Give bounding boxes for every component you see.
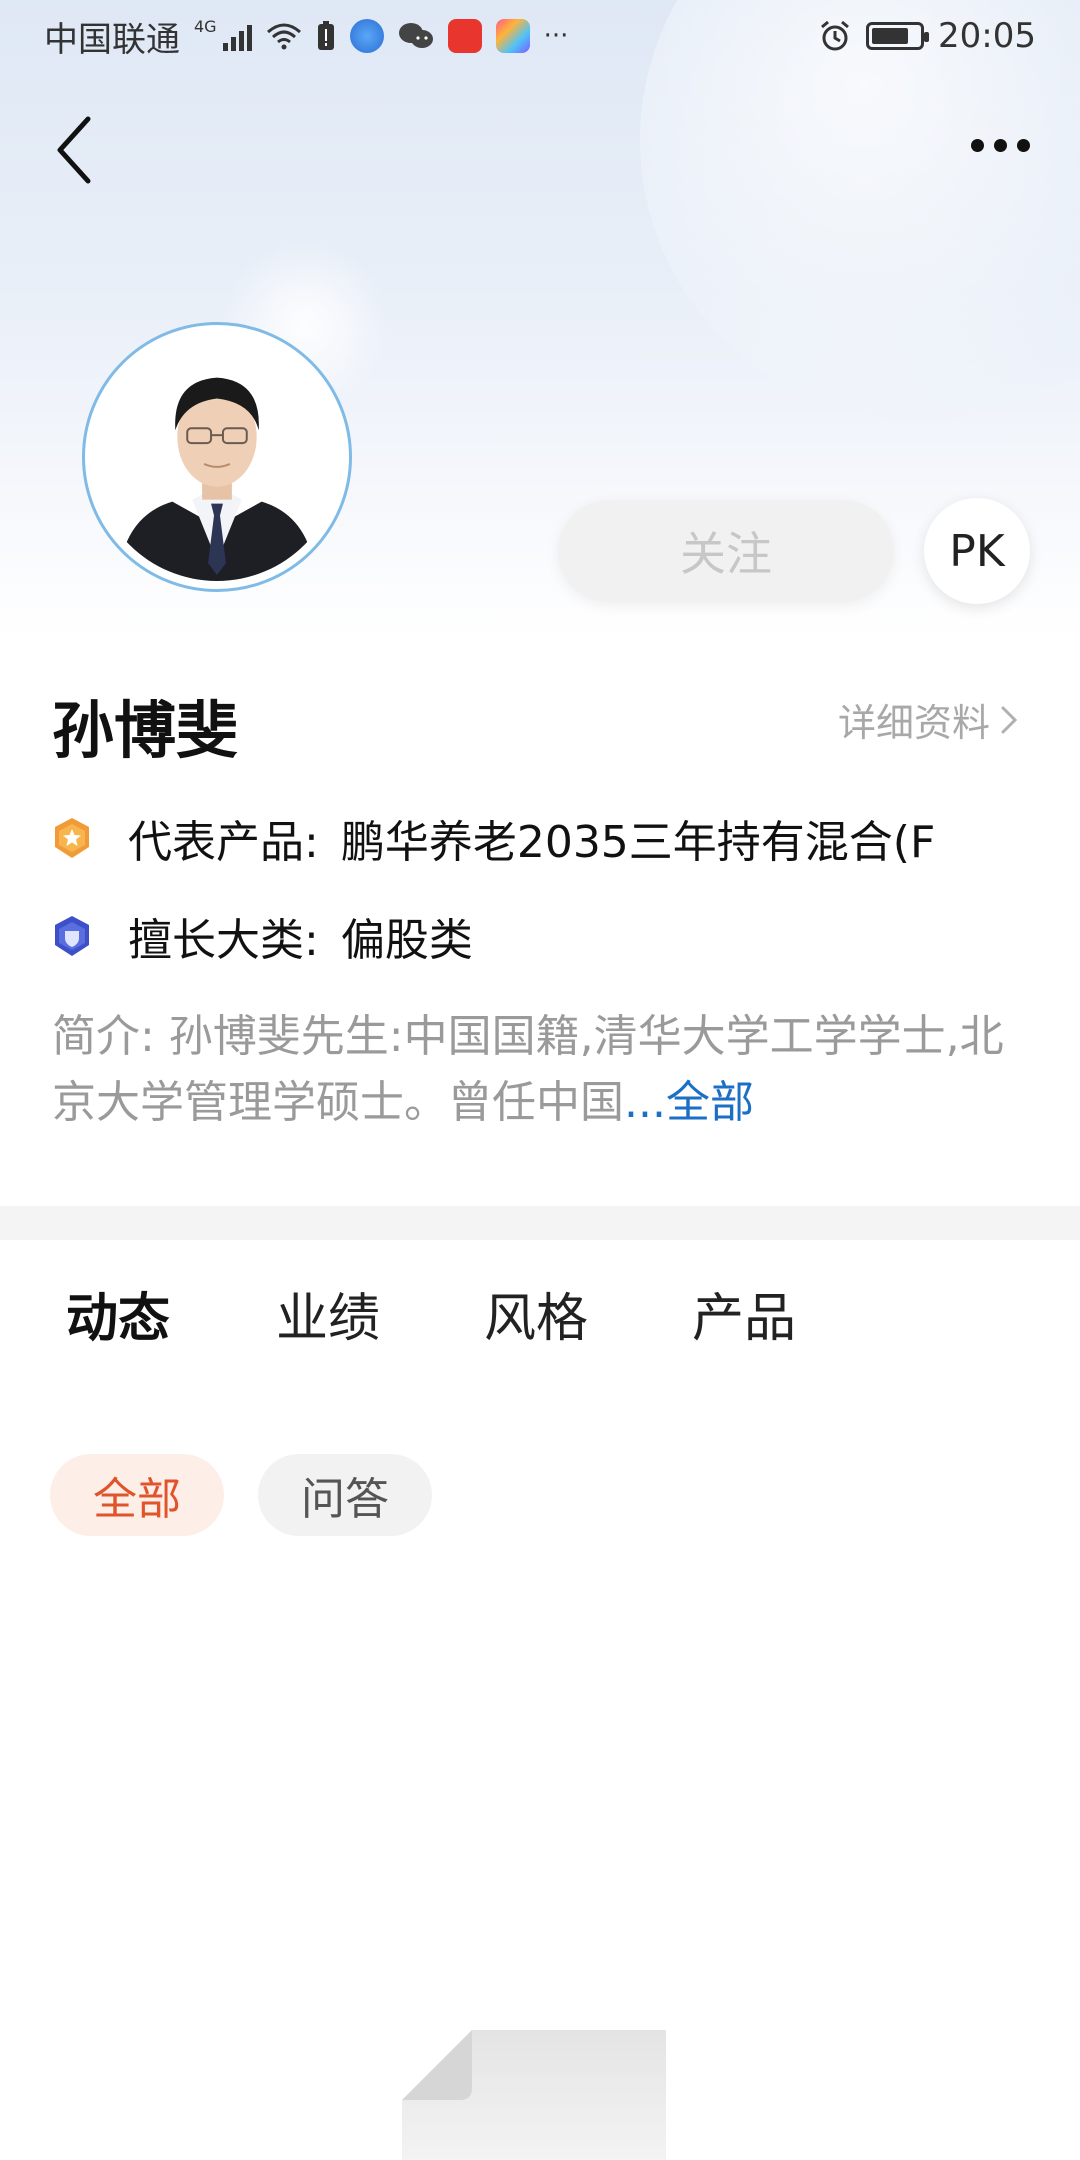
follow-button[interactable]: 关注: [558, 500, 894, 602]
section-divider: [0, 1206, 1080, 1240]
clock-time: 20:05: [938, 16, 1036, 56]
detail-info-link[interactable]: 详细资料: [838, 692, 1018, 747]
fund-manager-profile-page: 中国联通 4G ··· 20:05 关注 PK 孙博斐 详细资料 代表产品: 鹏…: [0, 0, 1080, 2160]
tab-performance[interactable]: 业绩: [276, 1276, 380, 1351]
wechat-icon: [398, 23, 433, 48]
category-row: 擅长大类: 偏股类: [52, 904, 1027, 968]
intro-expand-link[interactable]: ...全部: [624, 1077, 754, 1128]
manager-intro: 简介: 孙博斐先生:中国国籍,清华大学工学学士,北京大学管理学硕士。曾任中国..…: [52, 1004, 1032, 1136]
status-bar: 中国联通 4G ··· 20:05: [0, 0, 1080, 72]
more-dots-icon: [970, 138, 984, 152]
chevron-left-icon: [57, 116, 91, 184]
avatar: [93, 333, 341, 581]
product-value: 鹏华养老2035三年持有混合(F: [340, 817, 936, 868]
manager-name: 孙博斐: [52, 694, 239, 767]
tab-products[interactable]: 产品: [692, 1276, 796, 1351]
status-right: 20:05: [818, 16, 1036, 56]
avatar-frame[interactable]: [82, 322, 352, 592]
person-portrait-image: [93, 333, 341, 581]
category-value: 偏股类: [340, 915, 473, 966]
more-notifications-indicator: ···: [543, 21, 569, 51]
browser-app-icon: [349, 19, 384, 53]
network-type: 4G: [194, 16, 217, 36]
shopping-app-icon: [447, 19, 482, 53]
carrier-name: 中国联通: [44, 19, 180, 60]
wifi-icon: [266, 23, 301, 50]
filter-chip-all[interactable]: 全部: [50, 1454, 224, 1536]
battery-icon: [866, 22, 930, 50]
detail-info-label: 详细资料: [837, 701, 990, 745]
colorful-app-icon: [495, 19, 530, 53]
filter-chip-qa[interactable]: 问答: [258, 1454, 432, 1536]
status-left: 中国联通 4G ···: [44, 12, 568, 61]
chevron-right-icon: [1001, 706, 1018, 733]
battery-alert-icon: [317, 21, 334, 50]
category-label: 擅长大类:: [128, 915, 319, 966]
signal-icon: [222, 21, 252, 51]
empty-document-icon: [402, 2030, 666, 2160]
intro-text: 简介: 孙博斐先生:中国国籍,清华大学工学学士,北京大学管理学硕士。曾任中国: [52, 1011, 1004, 1128]
product-label: 代表产品:: [128, 817, 319, 868]
profile-tabs: 动态 业绩 风格 产品: [0, 1276, 1080, 1356]
medal-star-icon: [55, 818, 89, 858]
back-button[interactable]: [44, 110, 104, 190]
pk-compare-button[interactable]: PK: [924, 498, 1030, 604]
representative-product-row[interactable]: 代表产品: 鹏华养老2035三年持有混合(F: [52, 806, 1027, 870]
alarm-icon: [821, 20, 849, 51]
shield-badge-icon: [55, 916, 89, 956]
tab-style[interactable]: 风格: [484, 1276, 588, 1351]
tab-dynamics[interactable]: 动态: [66, 1276, 170, 1351]
more-options-button[interactable]: [960, 120, 1040, 170]
